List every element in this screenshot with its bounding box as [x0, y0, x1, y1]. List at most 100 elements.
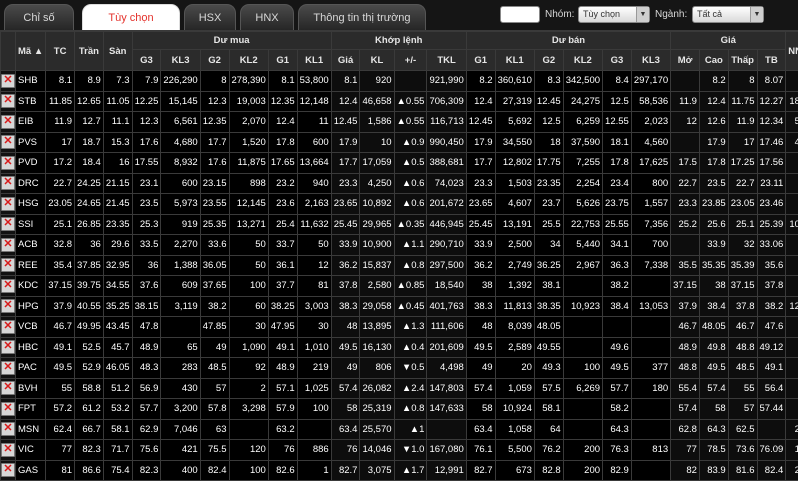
table-row[interactable]: ✕SHB8.18.97.37.9226,2908278,3908.153,800…: [1, 71, 798, 92]
ref-price-cell: 37.15: [46, 276, 75, 297]
data-cell: 35.6: [757, 255, 786, 276]
table-row[interactable]: ✕REE35.437.8532.95361,38836.055036.11236…: [1, 255, 798, 276]
remove-row-icon[interactable]: ✕: [1, 94, 15, 108]
data-cell: 20: [495, 358, 534, 379]
remove-row-cell: ✕: [1, 296, 16, 317]
data-cell: 57.4: [671, 399, 700, 420]
table-row[interactable]: ✕BVH5558.851.256.943057257.11,02557.426,…: [1, 378, 798, 399]
tab-market-info[interactable]: Thông tin thị trường: [298, 4, 426, 30]
remove-row-icon[interactable]: ✕: [1, 279, 15, 293]
table-row[interactable]: ✕FPT57.261.253.257.73,20057.83,29857.910…: [1, 399, 798, 420]
data-cell: 25,570: [360, 419, 394, 440]
data-cell: 53,800: [297, 71, 331, 92]
table-row[interactable]: ✕EIB11.912.711.112.36,56112.352,07012.41…: [1, 112, 798, 133]
symbol-search-input[interactable]: [500, 6, 540, 23]
subheader-cell: KL3: [161, 50, 200, 71]
data-cell: 44,420: [786, 132, 798, 153]
tab-hnx[interactable]: HNX: [240, 4, 294, 30]
remove-row-icon[interactable]: ✕: [1, 299, 15, 313]
table-row[interactable]: ✕PAC49.552.946.0548.328348.59248.9219498…: [1, 358, 798, 379]
data-cell: 401,763: [427, 296, 466, 317]
remove-row-icon[interactable]: ✕: [1, 135, 15, 149]
data-cell: 48.3: [132, 358, 161, 379]
table-row[interactable]: ✕PVD17.218.41617.558,93217.611,87517.651…: [1, 153, 798, 174]
remove-row-icon[interactable]: ✕: [1, 258, 15, 272]
ref-price-cell: 57.2: [46, 399, 75, 420]
floor-price-cell: 75.4: [103, 460, 132, 481]
remove-row-icon[interactable]: ✕: [1, 443, 15, 457]
table-row[interactable]: ✕DRC22.724.2521.1523.160023.1589823.2940…: [1, 173, 798, 194]
remove-row-icon[interactable]: ✕: [1, 156, 15, 170]
data-cell: ▼1.0: [394, 440, 427, 461]
data-cell: 48.8: [671, 358, 700, 379]
table-row[interactable]: ✕SSI25.126.8523.3525.391925.3513,27125.4…: [1, 214, 798, 235]
table-row[interactable]: ✕VIC7782.371.775.642175.5120768867614,04…: [1, 440, 798, 461]
data-cell: 6,259: [563, 112, 602, 133]
table-row[interactable]: ✕MSN62.466.758.162.97,0466363.263.425,57…: [1, 419, 798, 440]
data-cell: 38.3: [331, 296, 360, 317]
data-cell: ▲2.4: [394, 378, 427, 399]
data-cell: 23.2: [268, 173, 297, 194]
table-row[interactable]: ✕HPG37.940.5535.2538.153,11938.26038.253…: [1, 296, 798, 317]
floor-price-cell: 11.1: [103, 112, 132, 133]
data-cell: 12.34: [757, 112, 786, 133]
data-cell: 17.8: [699, 153, 728, 174]
data-cell: 100: [229, 460, 268, 481]
data-cell: ▼0.5: [394, 358, 427, 379]
data-cell: 12.55: [603, 112, 632, 133]
subheader-cell: KL1: [495, 50, 534, 71]
col-header-symbol[interactable]: Mã ▲: [16, 32, 46, 71]
data-cell: 2,967: [563, 255, 602, 276]
table-row[interactable]: ✕PVS1718.715.317.64,68017.71,52017.86001…: [1, 132, 798, 153]
data-cell: 36.05: [200, 255, 229, 276]
remove-row-icon[interactable]: ✕: [1, 176, 15, 190]
data-cell: [161, 317, 200, 338]
remove-row-icon[interactable]: ✕: [1, 463, 15, 477]
table-row[interactable]: ✕VCB46.749.9543.4547.847.853047.95304813…: [1, 317, 798, 338]
data-cell: 13,271: [229, 214, 268, 235]
ref-price-cell: 77: [46, 440, 75, 461]
remove-row-icon[interactable]: ✕: [1, 74, 15, 88]
remove-row-icon[interactable]: ✕: [1, 340, 15, 354]
data-cell: 15,837: [360, 255, 394, 276]
data-cell: 180: [631, 378, 670, 399]
sector-select[interactable]: Tất cả ▼: [692, 6, 764, 23]
floor-price-cell: 11.05: [103, 91, 132, 112]
remove-row-icon[interactable]: ✕: [1, 320, 15, 334]
remove-row-cell: ✕: [1, 317, 16, 338]
table-row[interactable]: ✕KDC37.1539.7534.5537.660937.6510037.781…: [1, 276, 798, 297]
data-cell: 22,753: [563, 214, 602, 235]
data-cell: 81: [297, 276, 331, 297]
data-cell: 78.5: [699, 440, 728, 461]
data-cell: 49.5: [466, 337, 495, 358]
table-row[interactable]: ✕GAS8186.675.482.340082.410082.6182.73,0…: [1, 460, 798, 481]
data-cell: 92: [229, 358, 268, 379]
data-cell: 1,090: [229, 337, 268, 358]
tab-hsx[interactable]: HSX: [184, 4, 236, 30]
remove-row-icon[interactable]: ✕: [1, 115, 15, 129]
remove-row-icon[interactable]: ✕: [1, 381, 15, 395]
data-cell: 23.75: [603, 194, 632, 215]
data-cell: 4,250: [360, 173, 394, 194]
remove-row-icon[interactable]: ✕: [1, 422, 15, 436]
group-select[interactable]: Tùy chọn ▼: [578, 6, 650, 23]
table-row[interactable]: ✕ACB32.83629.633.52,27033.65033.75033.91…: [1, 235, 798, 256]
remove-row-icon[interactable]: ✕: [1, 238, 15, 252]
remove-row-icon[interactable]: ✕: [1, 217, 15, 231]
data-cell: 63: [200, 419, 229, 440]
data-cell: 10,924: [495, 399, 534, 420]
subheader-cell: +/-: [394, 50, 427, 71]
tab-custom[interactable]: Tùy chọn: [82, 4, 180, 30]
table-row[interactable]: ✕HBC49.152.545.748.965491,09049.11,01049…: [1, 337, 798, 358]
tab-indices[interactable]: Chỉ số: [4, 4, 74, 30]
data-cell: ▲1: [394, 419, 427, 440]
table-row[interactable]: ✕STB11.8512.6511.0512.2515,14512.319,003…: [1, 91, 798, 112]
remove-row-cell: ✕: [1, 276, 16, 297]
remove-row-icon[interactable]: ✕: [1, 361, 15, 375]
table-row[interactable]: ✕HSG23.0524.6521.4523.55,97323.5512,1452…: [1, 194, 798, 215]
remove-row-icon[interactable]: ✕: [1, 197, 15, 211]
remove-row-icon[interactable]: ✕: [1, 402, 15, 416]
data-cell: 1,059: [495, 378, 534, 399]
data-cell: 8.1: [331, 71, 360, 92]
data-cell: 10,892: [360, 194, 394, 215]
